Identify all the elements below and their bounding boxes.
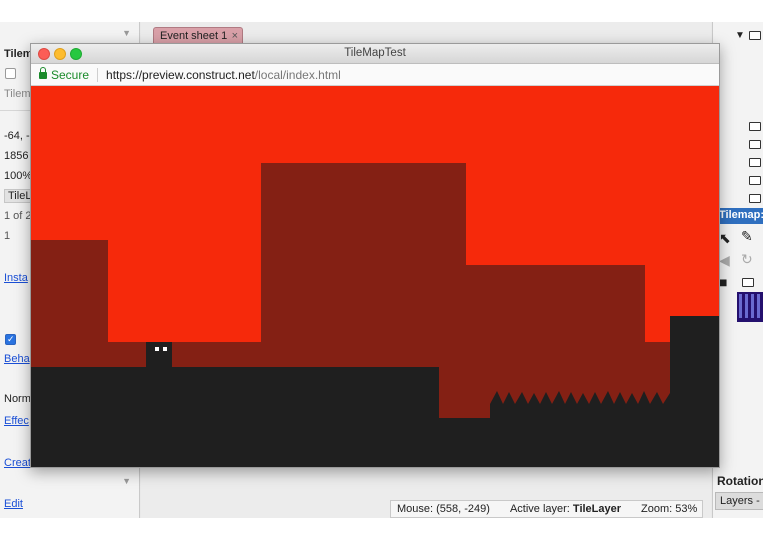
close-icon[interactable]: × [232,30,238,42]
scale-value[interactable]: 100% [4,170,32,182]
rotation-label: Rotation [717,474,763,488]
window-titlebar[interactable]: TileMapTest [31,44,719,64]
edit-link[interactable]: Edit [4,498,23,510]
pencil-icon[interactable]: ✎ [741,228,753,245]
index-value: 1 [4,230,11,242]
tilemap-bar-header: Tilemap: T [715,208,763,224]
checkbox-checked[interactable] [5,334,16,345]
save-icon[interactable]: ■ [719,274,727,290]
game-canvas[interactable] [31,86,720,468]
tab-label: Event sheet 1 [160,30,228,42]
rotate-icon[interactable]: ↻ [741,251,753,268]
mirror-icon[interactable]: ◀ [719,252,730,269]
chevron-down-icon[interactable]: ▼ [735,30,745,41]
ground-block [670,316,719,467]
tileset-preview[interactable] [737,292,763,322]
folder-icon[interactable] [749,194,761,203]
address-bar[interactable]: Secure https://preview.construct.net/loc… [31,64,719,86]
secure-label: Secure [51,67,90,82]
behaviors-link[interactable]: Beha [4,353,30,365]
mouse-position-readout: Mouse: (558, -249) [397,503,490,515]
size-value[interactable]: 1856 [4,150,28,162]
properties-section-title: Tilem [4,48,33,60]
ground-block [31,367,439,467]
preview-browser-window: TileMapTest Secure https://preview.const… [30,43,720,468]
chevron-down-icon[interactable]: ▼ [122,28,131,38]
player-eye [155,347,159,351]
instance-variables-link[interactable]: Insta [4,272,28,284]
folder-icon[interactable] [749,122,761,131]
folder-icon[interactable] [749,176,761,185]
active-layer-readout: Active layer: TileLayer [509,503,622,515]
lock-icon [39,67,47,79]
chevron-down-icon[interactable]: ▼ [122,476,131,486]
effects-link[interactable]: Effec [4,415,29,427]
window-title: TileMapTest [344,47,406,59]
ground-block [439,418,670,467]
folder-icon[interactable] [742,278,754,287]
blend-mode-value[interactable]: Norm [4,393,31,405]
player-eye [163,347,167,351]
object-type-label: Tilem [4,88,31,100]
url-host[interactable]: https://preview.construct.net [106,68,255,82]
create-link[interactable]: Creat [4,457,31,469]
count-value: 1 of 2 [4,210,32,222]
status-bar: Mouse: (558, -249) Active layer: TileLay… [390,500,703,518]
checkbox-unchecked[interactable] [5,68,16,79]
zoom-readout: Zoom: 53% [641,503,698,515]
tab-layers[interactable]: Layers - [715,492,763,510]
position-value[interactable]: -64, - [4,130,30,142]
divider [97,67,99,82]
url-path[interactable]: /local/index.html [255,68,341,82]
folder-icon[interactable] [749,31,761,40]
pointer-icon[interactable]: ⬉ [719,230,731,247]
folder-icon[interactable] [749,140,761,149]
player-character [146,342,172,367]
folder-icon[interactable] [749,158,761,167]
